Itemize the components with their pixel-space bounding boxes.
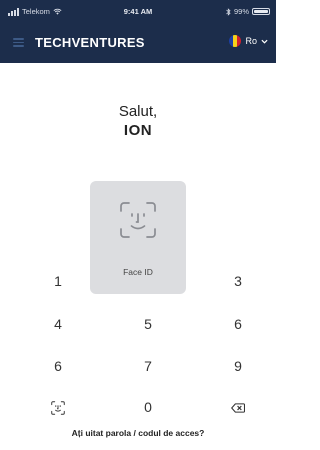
key-4[interactable]: 4 bbox=[38, 314, 78, 334]
greeting-hello: Salut, bbox=[118, 103, 158, 120]
key-5[interactable]: 5 bbox=[128, 314, 168, 334]
app-header: Telekom 9:41 AM 99% TECHVENTURES Ro bbox=[0, 0, 276, 63]
bluetooth-icon bbox=[226, 7, 231, 16]
top-bar: TECHVENTURES Ro bbox=[0, 32, 276, 56]
greeting: Salut, ION bbox=[0, 103, 276, 141]
key-6-left[interactable]: 6 bbox=[38, 356, 78, 376]
language-selector[interactable]: Ro bbox=[229, 35, 268, 47]
romania-flag-icon bbox=[229, 35, 242, 47]
forgot-password-link[interactable]: Ați uitat parola / codul de acces? bbox=[0, 428, 276, 438]
brand-title: TECHVENTURES bbox=[35, 35, 145, 50]
backspace-key[interactable] bbox=[218, 397, 258, 417]
key-7[interactable]: 7 bbox=[128, 356, 168, 376]
backspace-icon bbox=[231, 403, 245, 413]
biometric-key[interactable] bbox=[38, 397, 78, 417]
chevron-down-icon bbox=[261, 39, 268, 44]
language-label: Ro bbox=[245, 36, 257, 46]
face-id-label: Face ID bbox=[123, 267, 153, 277]
status-bar: Telekom 9:41 AM 99% bbox=[0, 7, 276, 19]
face-id-icon bbox=[120, 202, 156, 238]
key-9[interactable]: 9 bbox=[218, 356, 258, 376]
menu-icon[interactable] bbox=[13, 38, 24, 47]
key-0[interactable]: 0 bbox=[128, 397, 168, 417]
user-name: ION bbox=[123, 122, 153, 139]
battery-icon bbox=[252, 8, 270, 15]
battery-percent: 99% bbox=[233, 7, 249, 16]
face-id-button[interactable]: Face ID bbox=[90, 181, 186, 294]
key-3[interactable]: 3 bbox=[218, 271, 258, 291]
face-id-icon bbox=[51, 401, 65, 416]
key-1[interactable]: 1 bbox=[38, 271, 78, 291]
key-6[interactable]: 6 bbox=[218, 314, 258, 334]
status-right: 99% bbox=[226, 7, 270, 16]
